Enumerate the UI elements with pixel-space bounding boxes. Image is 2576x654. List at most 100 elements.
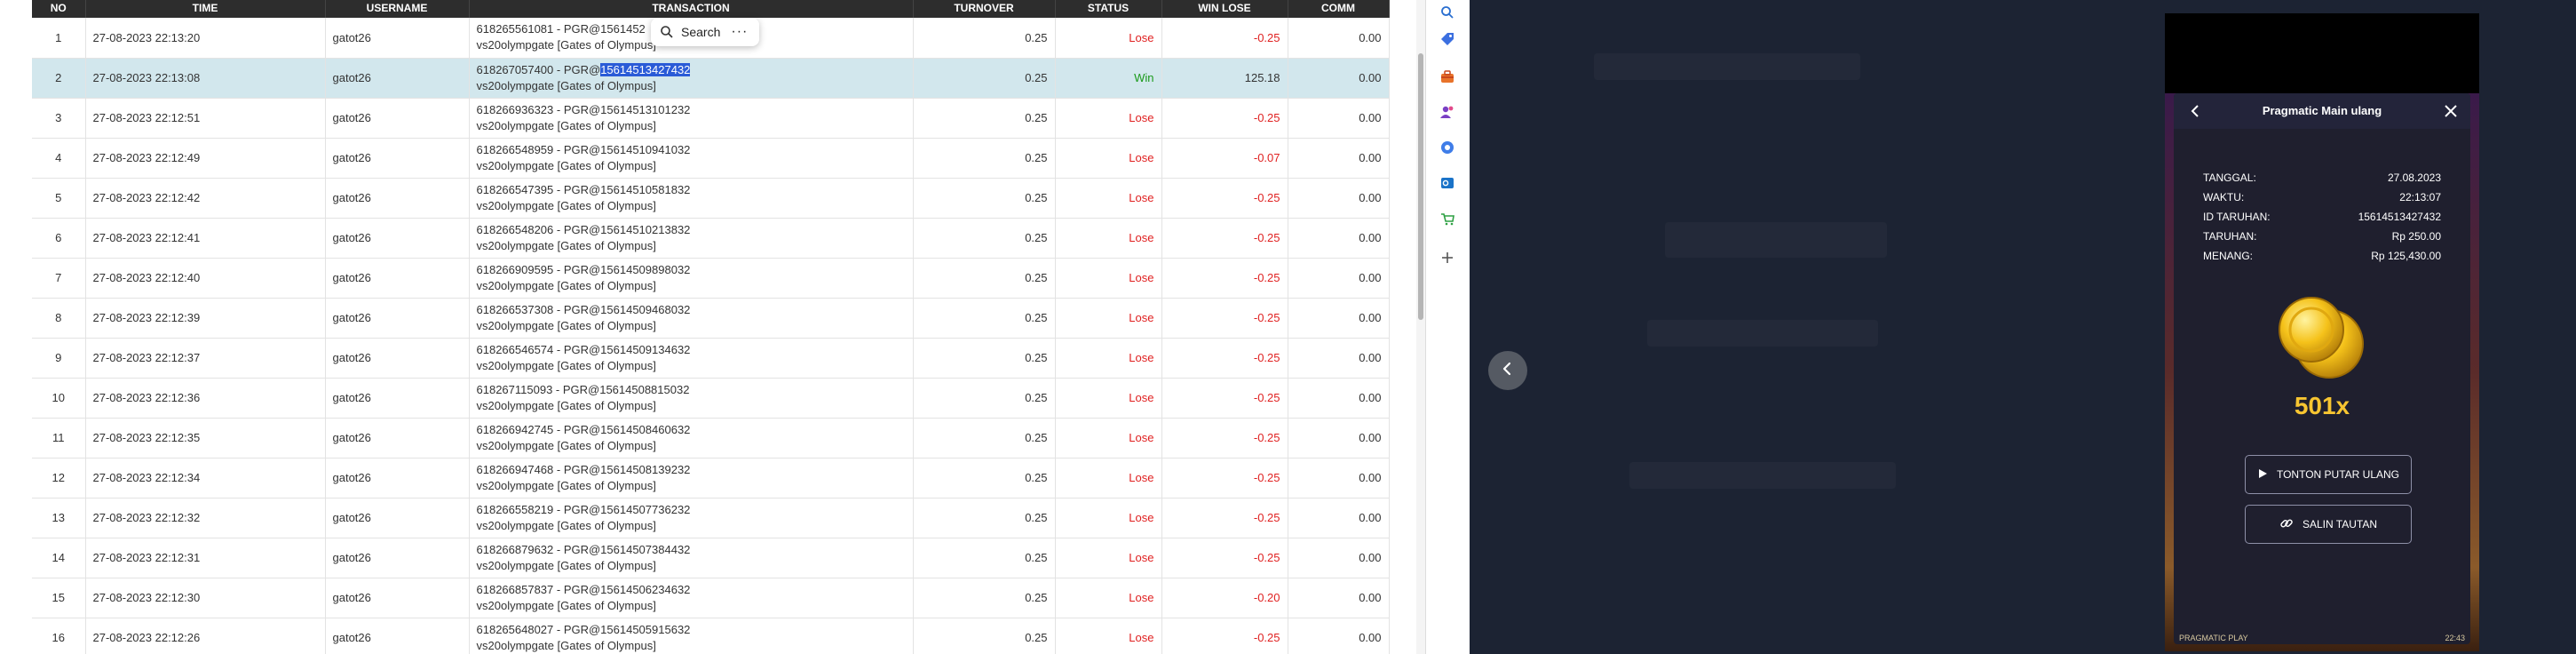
cell-username: gatot26 bbox=[325, 378, 470, 418]
col-header-turnover[interactable]: TURNOVER bbox=[913, 0, 1056, 18]
cell-time: 27-08-2023 22:12:42 bbox=[85, 178, 326, 218]
settings-globe-icon[interactable] bbox=[1439, 139, 1456, 156]
cell-username: gatot26 bbox=[325, 578, 470, 618]
outlook-icon[interactable] bbox=[1439, 174, 1456, 192]
cell-transaction[interactable]: 618266537308 - PGR@15614509468032 vs20oly… bbox=[469, 298, 914, 338]
cell-status: Lose bbox=[1055, 298, 1162, 338]
background-blur bbox=[1629, 462, 1896, 489]
cell-turnover: 0.25 bbox=[913, 538, 1056, 578]
cell-transaction[interactable]: 618266942745 - PGR@15614508460632 vs20oly… bbox=[469, 418, 914, 458]
watch-replay-button[interactable]: TONTON PUTAR ULANG bbox=[2245, 455, 2412, 494]
popup-search-button[interactable]: Search bbox=[681, 25, 720, 39]
col-header-comm[interactable]: COMM bbox=[1288, 0, 1390, 18]
watch-replay-label: TONTON PUTAR ULANG bbox=[2276, 468, 2400, 481]
transaction-id-text: 618266942745 - PGR@15614508460632 bbox=[476, 422, 691, 436]
transaction-game-line: vs20olympgate [Gates of Olympus] bbox=[476, 518, 656, 532]
cell-no: 14 bbox=[32, 538, 86, 578]
previous-image-button[interactable] bbox=[1488, 351, 1527, 390]
people-icon[interactable] bbox=[1439, 103, 1456, 121]
cell-transaction[interactable]: 618266547395 - PGR@15614510581832 vs20oly… bbox=[469, 178, 914, 218]
cell-turnover: 0.25 bbox=[913, 258, 1056, 298]
col-header-win-lose[interactable]: WIN LOSE bbox=[1161, 0, 1288, 18]
table-row[interactable]: 10 27-08-2023 22:12:36 gatot26 618267115093… bbox=[32, 378, 1390, 418]
table-row[interactable]: 15 27-08-2023 22:12:30 gatot26 618266857837… bbox=[32, 578, 1390, 618]
cell-transaction[interactable]: 618266947468 - PGR@15614508139232 vs20oly… bbox=[469, 458, 914, 498]
transaction-game-line: vs20olympgate [Gates of Olympus] bbox=[476, 598, 656, 612]
cell-turnover: 0.25 bbox=[913, 218, 1056, 258]
col-header-username[interactable]: USERNAME bbox=[325, 0, 470, 18]
transaction-id-text: 618265648027 - PGR@15614505915632 bbox=[476, 622, 691, 636]
cell-win-lose: -0.25 bbox=[1161, 178, 1288, 218]
col-header-transaction[interactable]: TRANSACTION bbox=[469, 0, 914, 18]
search-icon[interactable] bbox=[660, 25, 674, 39]
cart-icon[interactable] bbox=[1439, 210, 1456, 227]
transaction-game-line: vs20olympgate [Gates of Olympus] bbox=[476, 198, 656, 212]
transaction-id-line: 618266537308 - PGR@15614509468032 bbox=[477, 302, 906, 318]
cell-time: 27-08-2023 22:13:20 bbox=[85, 18, 326, 58]
cell-username: gatot26 bbox=[325, 58, 470, 98]
game-screenshot: Pragmatic Main ulang TANGGAL: 27.08.2023 … bbox=[2165, 13, 2479, 651]
cell-comm: 0.00 bbox=[1288, 138, 1390, 178]
cell-transaction[interactable]: 618266909595 - PGR@15614509898032 vs20oly… bbox=[469, 258, 914, 298]
table-body: 1 27-08-2023 22:13:20 gatot26 618265561081 … bbox=[32, 18, 1390, 654]
cell-no: 5 bbox=[32, 178, 86, 218]
table-row[interactable]: 9 27-08-2023 22:12:37 gatot26 618266546574 … bbox=[32, 338, 1390, 378]
cell-win-lose: -0.25 bbox=[1161, 458, 1288, 498]
cell-turnover: 0.25 bbox=[913, 338, 1056, 378]
cell-status: Lose bbox=[1055, 338, 1162, 378]
table-row[interactable]: 16 27-08-2023 22:12:26 gatot26 618265648027… bbox=[32, 618, 1390, 654]
cell-comm: 0.00 bbox=[1288, 98, 1390, 138]
transaction-game-line: vs20olympgate [Gates of Olympus] bbox=[476, 318, 656, 332]
table-row[interactable]: 7 27-08-2023 22:12:40 gatot26 618266909595 … bbox=[32, 258, 1390, 298]
cell-time: 27-08-2023 22:12:35 bbox=[85, 418, 326, 458]
close-icon[interactable] bbox=[2442, 102, 2460, 120]
table-row[interactable]: 2 27-08-2023 22:13:08 gatot26 618267057400 … bbox=[32, 58, 1390, 98]
selected-text-highlight[interactable]: 15614513427432 bbox=[600, 62, 691, 76]
tag-icon[interactable] bbox=[1439, 30, 1456, 48]
cell-transaction[interactable]: 618266879632 - PGR@15614507384432 vs20oly… bbox=[469, 538, 914, 578]
cell-turnover: 0.25 bbox=[913, 458, 1056, 498]
cell-transaction[interactable]: 618266546574 - PGR@15614509134632 vs20oly… bbox=[469, 338, 914, 378]
footer-time: 22:43 bbox=[2445, 634, 2465, 642]
cell-transaction[interactable]: 618267057400 - PGR@15614513427432 vs20oly… bbox=[469, 58, 914, 98]
cell-no: 6 bbox=[32, 218, 86, 258]
add-icon[interactable] bbox=[1439, 249, 1456, 267]
scrollbar-thumb[interactable] bbox=[1418, 53, 1423, 320]
table-row[interactable]: 11 27-08-2023 22:12:35 gatot26 618266942745… bbox=[32, 418, 1390, 458]
col-header-status[interactable]: STATUS bbox=[1055, 0, 1162, 18]
table-row[interactable]: 3 27-08-2023 22:12:51 gatot26 618266936323 … bbox=[32, 98, 1390, 138]
cell-transaction[interactable]: 618267115093 - PGR@15614508815032 vs20oly… bbox=[469, 378, 914, 418]
table-row[interactable]: 8 27-08-2023 22:12:39 gatot26 618266537308 … bbox=[32, 298, 1390, 338]
table-row[interactable]: 5 27-08-2023 22:12:42 gatot26 618266547395 … bbox=[32, 178, 1390, 218]
cell-transaction[interactable]: 618266857837 - PGR@15614506234632 vs20oly… bbox=[469, 578, 914, 618]
transaction-game-line: vs20olympgate [Gates of Olympus] bbox=[476, 78, 656, 92]
cell-comm: 0.00 bbox=[1288, 578, 1390, 618]
cell-transaction[interactable]: 618266548206 - PGR@15614510213832 vs20oly… bbox=[469, 218, 914, 258]
info-date: TANGGAL: 27.08.2023 bbox=[2203, 171, 2441, 184]
cell-time: 27-08-2023 22:12:39 bbox=[85, 298, 326, 338]
vertical-scrollbar[interactable] bbox=[1416, 0, 1425, 654]
table-row[interactable]: 6 27-08-2023 22:12:41 gatot26 618266548206 … bbox=[32, 218, 1390, 258]
transaction-id-text: 618266947468 - PGR@15614508139232 bbox=[476, 462, 691, 476]
cell-transaction[interactable]: 618266548959 - PGR@15614510941032 vs20oly… bbox=[469, 138, 914, 178]
transaction-game-line: vs20olympgate [Gates of Olympus] bbox=[476, 438, 656, 452]
transaction-id-line: 618266547395 - PGR@15614510581832 bbox=[477, 182, 906, 198]
cell-transaction[interactable]: 618266936323 - PGR@15614513101232 vs20oly… bbox=[469, 98, 914, 138]
table-row[interactable]: 13 27-08-2023 22:12:32 gatot26 618266558219… bbox=[32, 498, 1390, 538]
cell-win-lose: -0.25 bbox=[1161, 418, 1288, 458]
copy-link-label: SALIN TAUTAN bbox=[2302, 518, 2378, 530]
table-row[interactable]: 12 27-08-2023 22:12:34 gatot26 618266947468… bbox=[32, 458, 1390, 498]
cell-transaction[interactable]: 618265648027 - PGR@15614505915632 vs20oly… bbox=[469, 618, 914, 654]
cell-win-lose: -0.25 bbox=[1161, 18, 1288, 58]
table-row[interactable]: 4 27-08-2023 22:12:49 gatot26 618266548959 … bbox=[32, 138, 1390, 178]
toolbox-icon[interactable] bbox=[1439, 68, 1456, 85]
col-header-time[interactable]: TIME bbox=[85, 0, 326, 18]
cell-transaction[interactable]: 618266558219 - PGR@15614507736232 vs20oly… bbox=[469, 498, 914, 538]
table-row[interactable]: 14 27-08-2023 22:12:31 gatot26 618266879632… bbox=[32, 538, 1390, 578]
cell-turnover: 0.25 bbox=[913, 378, 1056, 418]
cell-comm: 0.00 bbox=[1288, 418, 1390, 458]
more-dots-icon[interactable]: ··· bbox=[731, 24, 748, 40]
search-icon[interactable] bbox=[1439, 4, 1456, 21]
copy-link-button[interactable]: SALIN TAUTAN bbox=[2245, 505, 2412, 544]
col-header-no[interactable]: NO bbox=[32, 0, 86, 18]
